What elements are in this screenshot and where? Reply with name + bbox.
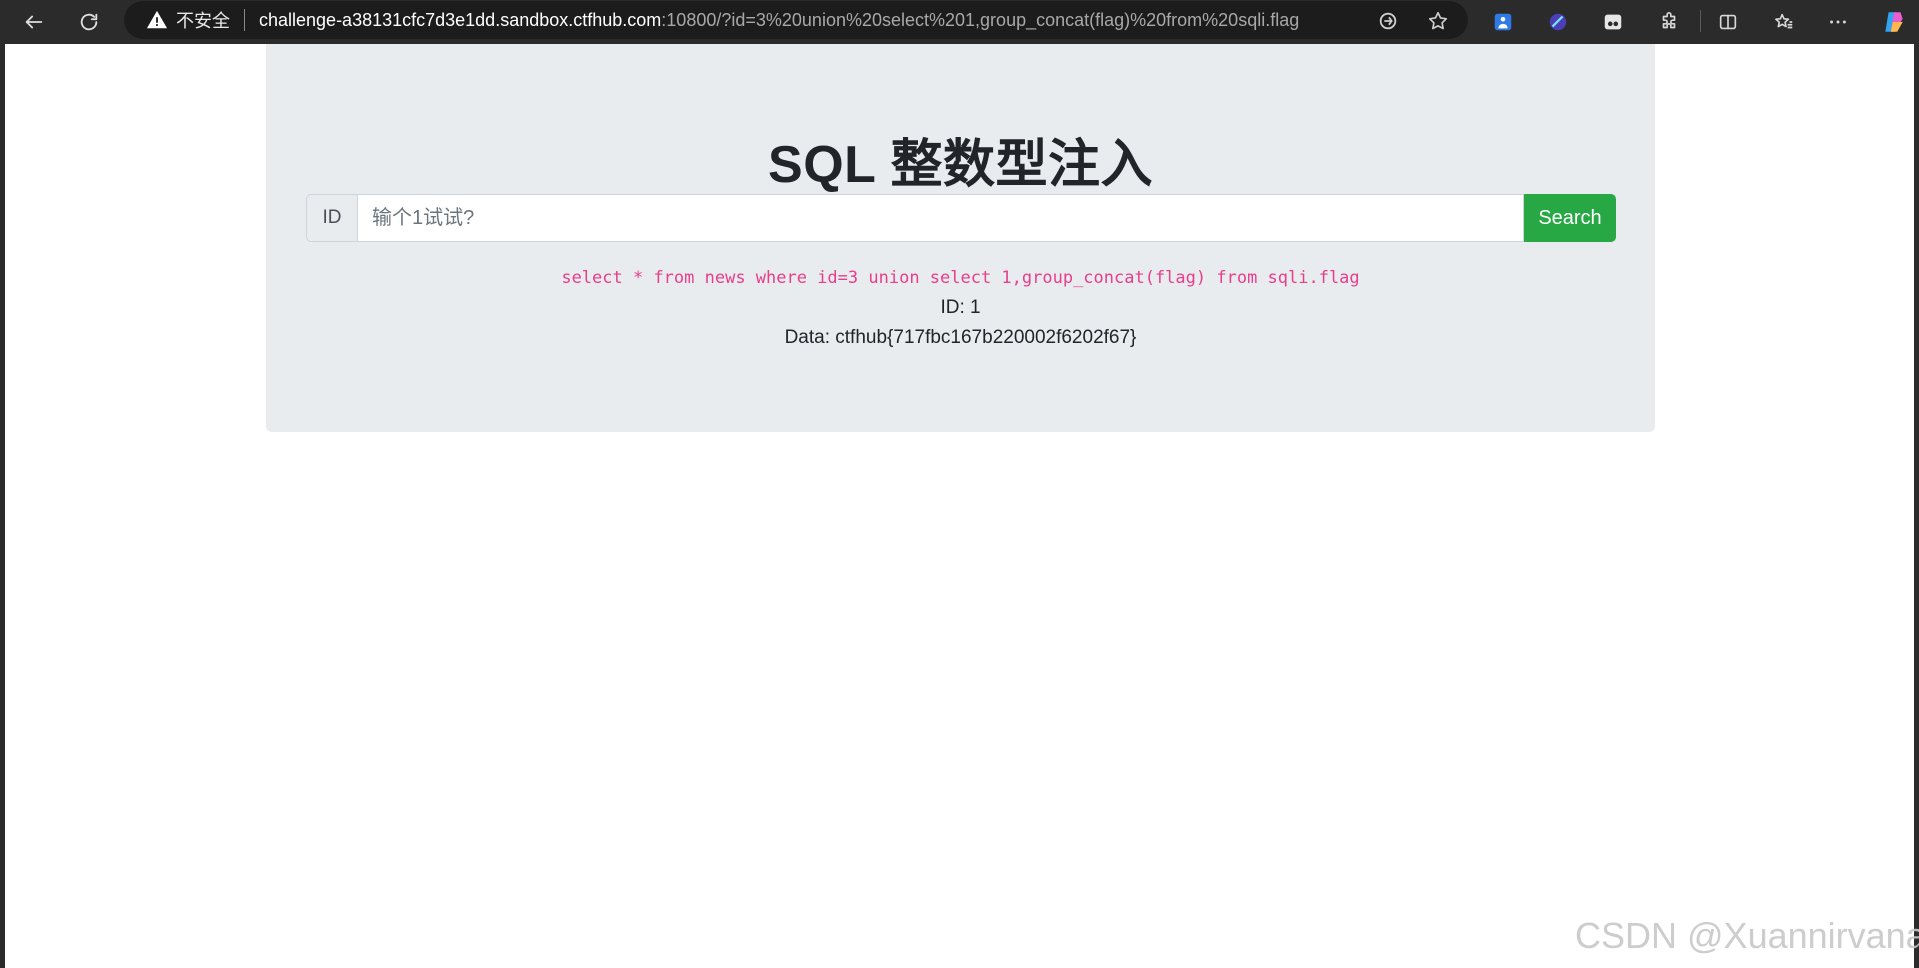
id-prepend-label: ID — [306, 194, 357, 242]
page-viewport: SQL 整数型注入 ID Search select * from news w… — [5, 44, 1914, 968]
address-bar[interactable]: 不安全 challenge-a38131cfc7d3e1dd.sandbox.c… — [124, 1, 1468, 39]
id-search-form: ID Search — [306, 194, 1616, 242]
extensions-puzzle-icon[interactable] — [1655, 8, 1683, 36]
id-input[interactable] — [357, 194, 1524, 242]
browser-toolbar: 不安全 challenge-a38131cfc7d3e1dd.sandbox.c… — [0, 0, 1919, 44]
url-path[interactable]: :10800/?id=3%20union%20select%201,group_… — [661, 10, 1299, 31]
csdn-watermark: CSDN @Xuannirvana — [1575, 915, 1919, 956]
url-host[interactable]: challenge-a38131cfc7d3e1dd.sandbox.ctfhu… — [259, 10, 661, 31]
jumbotron: SQL 整数型注入 ID Search select * from news w… — [266, 44, 1655, 432]
favorite-star-icon[interactable] — [1426, 9, 1450, 33]
split-screen-icon[interactable] — [1714, 8, 1742, 36]
extension-2-icon[interactable] — [1544, 8, 1572, 36]
favorites-icon[interactable] — [1770, 8, 1798, 36]
read-aloud-icon[interactable] — [1376, 9, 1400, 33]
toolbar-divider — [1700, 10, 1701, 32]
search-button[interactable]: Search — [1524, 194, 1616, 242]
warning-icon[interactable] — [146, 9, 168, 31]
sql-query-text: select * from news where id=3 union sele… — [561, 268, 1360, 288]
page-title: SQL 整数型注入 — [768, 136, 1153, 194]
result-data: Data: ctfhub{717fbc167b220002f6202f67} — [784, 327, 1137, 348]
extension-1-icon[interactable] — [1489, 8, 1517, 36]
address-separator — [244, 9, 245, 31]
refresh-button[interactable] — [71, 4, 107, 40]
extension-3-icon[interactable] — [1599, 8, 1627, 36]
copilot-icon[interactable] — [1880, 8, 1908, 36]
result-id: ID: 1 — [940, 297, 981, 318]
back-button[interactable] — [16, 4, 52, 40]
not-secure-label[interactable]: 不安全 — [176, 7, 230, 33]
refresh-icon — [80, 13, 98, 31]
back-icon — [25, 15, 43, 29]
more-icon[interactable] — [1824, 8, 1852, 36]
